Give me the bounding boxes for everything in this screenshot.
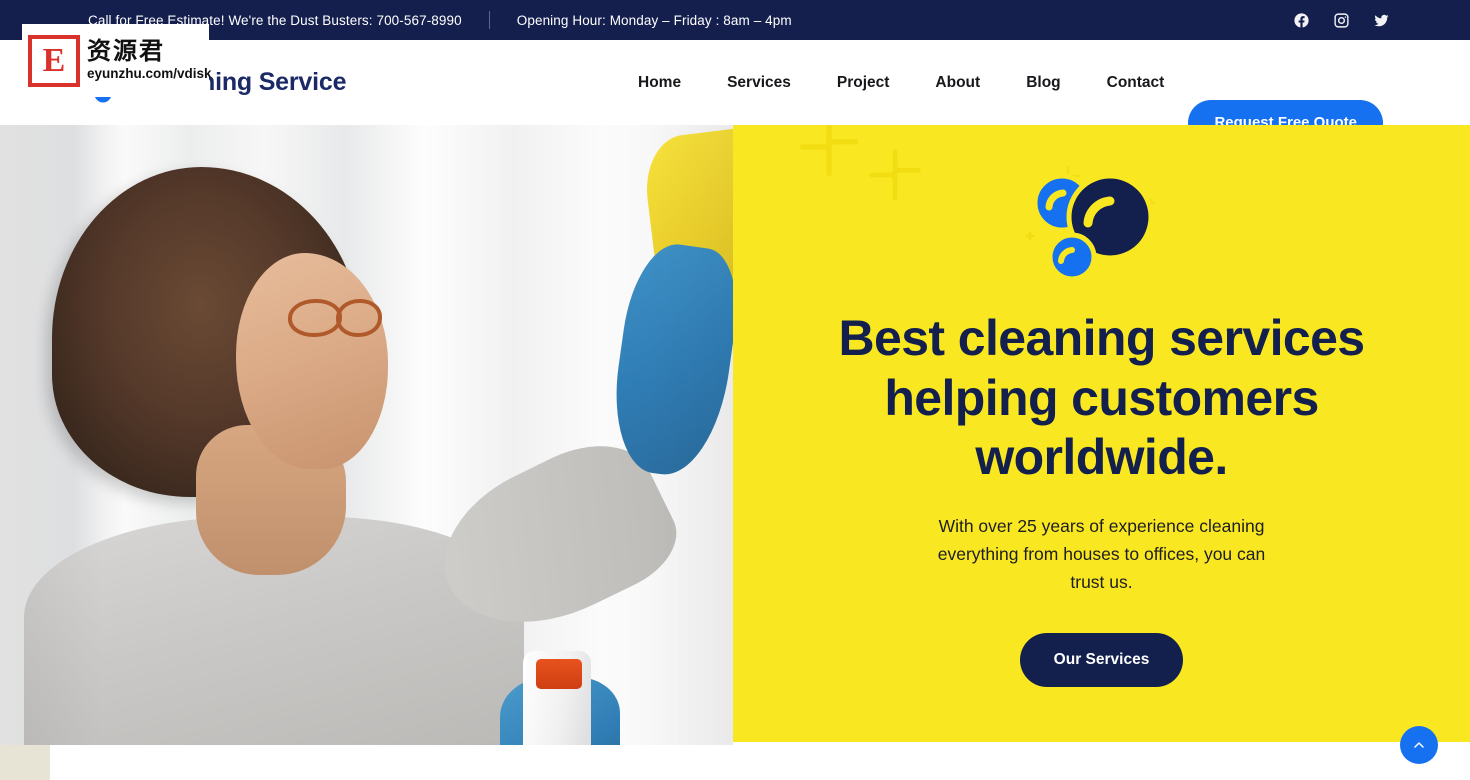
scroll-to-top-button[interactable] bbox=[1400, 726, 1438, 764]
hero-title: Best cleaning services helping customers… bbox=[838, 310, 1366, 485]
bubbles-icon bbox=[1022, 161, 1182, 282]
site-header: Cleaning Service Home Services Project A… bbox=[0, 40, 1470, 146]
sparkle-icon bbox=[867, 147, 923, 203]
watermark-text: 资源君 eyunzhu.com/vdisk bbox=[87, 39, 212, 81]
nav-item-home[interactable]: Home bbox=[615, 74, 704, 92]
top-announcement-bar: Call for Free Estimate! We're the Dust B… bbox=[0, 0, 1470, 40]
twitter-icon[interactable] bbox=[1373, 12, 1390, 29]
hero-content-panel: Best cleaning services helping customers… bbox=[733, 125, 1470, 742]
our-services-button[interactable]: Our Services bbox=[1019, 632, 1184, 687]
chevron-up-icon bbox=[1414, 742, 1424, 748]
page-root: Call for Free Estimate! We're the Dust B… bbox=[0, 0, 1470, 780]
nav-item-about[interactable]: About bbox=[912, 74, 1003, 92]
facebook-icon[interactable] bbox=[1293, 12, 1310, 29]
nav-item-contact[interactable]: Contact bbox=[1084, 74, 1188, 92]
watermark-cn-text: 资源君 bbox=[87, 39, 165, 66]
hero-image bbox=[0, 125, 733, 745]
page-bottom-strip bbox=[0, 745, 1470, 780]
watermark-url-text: eyunzhu.com/vdisk bbox=[87, 65, 212, 81]
nav-item-services[interactable]: Services bbox=[704, 74, 814, 92]
watermark-badge-icon: E bbox=[28, 34, 80, 87]
watermark-overlay: E 资源君 eyunzhu.com/vdisk bbox=[22, 24, 212, 97]
hero-subtitle: With over 25 years of experience cleanin… bbox=[937, 515, 1266, 593]
instagram-icon[interactable] bbox=[1333, 12, 1350, 29]
sparkle-icon bbox=[797, 125, 861, 179]
nav-item-blog[interactable]: Blog bbox=[1003, 74, 1083, 92]
bottom-left-accent bbox=[0, 745, 50, 780]
topbar-hours-text: Opening Hour: Monday – Friday : 8am – 4p… bbox=[516, 12, 792, 28]
watermark-badge-letter: E bbox=[42, 41, 66, 79]
hero-section: Best cleaning services helping customers… bbox=[0, 125, 1470, 745]
hero-image-overlay bbox=[0, 125, 733, 745]
nav-item-project[interactable]: Project bbox=[814, 74, 913, 92]
main-navigation: Home Services Project About Blog Contact bbox=[615, 40, 1187, 125]
topbar-divider bbox=[488, 11, 490, 29]
social-links bbox=[1293, 0, 1390, 40]
